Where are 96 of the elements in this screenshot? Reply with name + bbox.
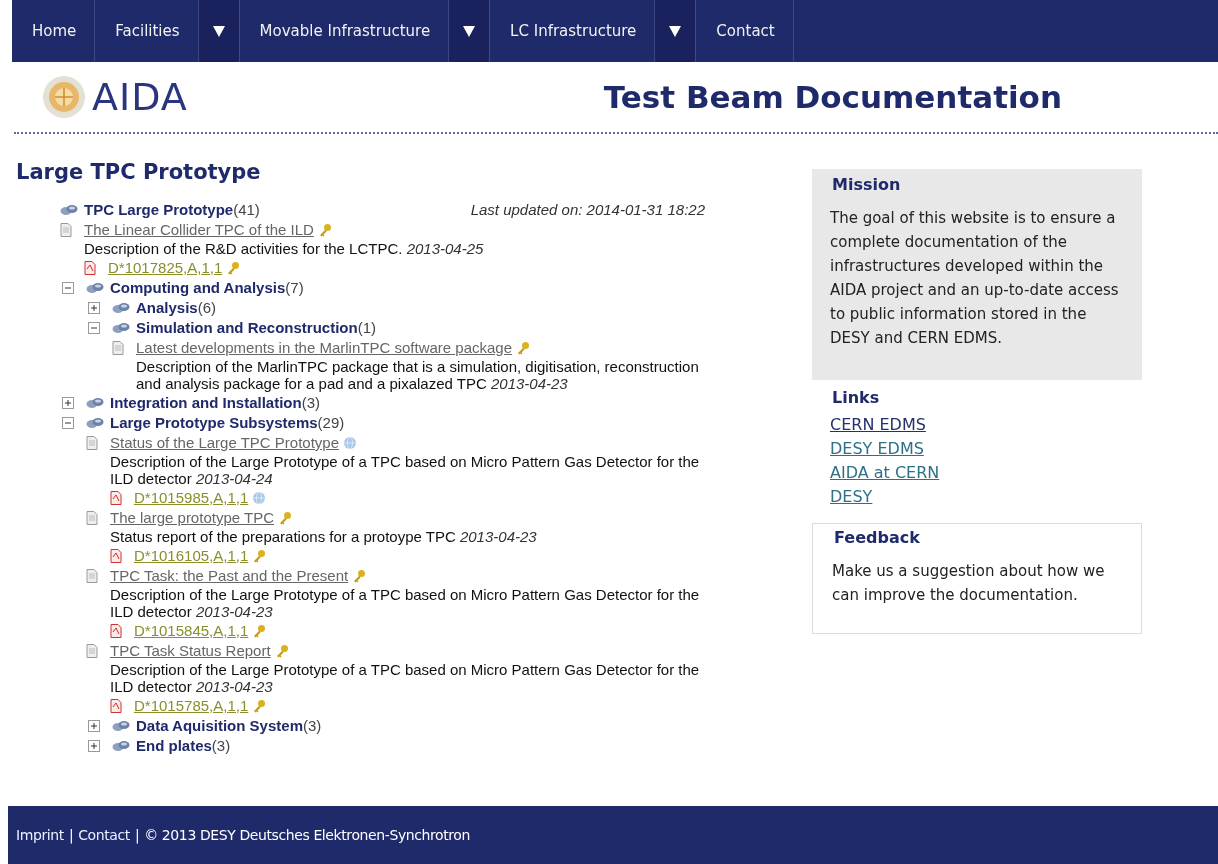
globe-icon: [252, 491, 267, 505]
globe-icon: [343, 436, 358, 450]
pdf-file-icon: [110, 491, 122, 505]
nav-link[interactable]: Facilities: [95, 0, 199, 62]
chain-link-icon: [112, 302, 130, 314]
tree-toggle[interactable]: [62, 417, 74, 429]
chain-link-icon: [112, 740, 130, 752]
last-updated: Last updated on: 2014-01-31 18:22: [470, 200, 705, 220]
item-count: (1): [357, 318, 377, 338]
pdf-file-icon: [110, 624, 122, 638]
key-icon: [226, 261, 241, 275]
item-count: (3): [303, 716, 322, 736]
folder-label[interactable]: TPC Large Prototype: [84, 200, 234, 220]
file-link[interactable]: D*1015785,A,1,1: [134, 696, 249, 716]
folder-label[interactable]: Computing and Analysis: [110, 278, 286, 298]
tree-toggle[interactable]: [62, 397, 74, 409]
panel-heading: Mission: [832, 175, 902, 194]
document-icon: [112, 341, 124, 355]
tree-toggle[interactable]: [88, 720, 100, 732]
folder-label[interactable]: Data Aquisition System: [136, 716, 303, 736]
site-title: Test Beam Documentation: [603, 79, 1062, 115]
key-icon: [252, 699, 267, 713]
document-icon: [86, 569, 98, 583]
logo-text: AIDA: [92, 75, 188, 119]
panel-heading: Feedback: [834, 528, 921, 547]
document-link[interactable]: TPC Task Status Report: [110, 641, 271, 661]
document-description: Description of the Large Prototype of a TPC based on Micro Pattern Gas Detector for the ILD detector 2013-04-24: [110, 453, 701, 488]
chain-link-icon: [60, 204, 78, 216]
document-link[interactable]: Latest developments in the MarlinTPC software package: [136, 338, 513, 358]
pdf-file-icon: [110, 549, 122, 563]
chain-link-icon: [86, 417, 104, 429]
file-link[interactable]: D*1015985,A,1,1: [134, 488, 249, 508]
document-link[interactable]: The large prototype TPC: [110, 508, 274, 528]
footer-link[interactable]: Imprint: [16, 827, 64, 843]
key-icon: [252, 549, 267, 563]
document-icon: [60, 223, 72, 237]
mission-text: The goal of this website is to ensure a complete documentation of the infrastructures developed within the AIDA project and an up-to-date access to public information stored in the DESY and CERN EDMS.: [830, 208, 1120, 349]
document-link[interactable]: The Linear Collider TPC of the ILD: [84, 220, 314, 240]
page-heading: Large TPC Prototype: [16, 160, 262, 184]
pdf-file-icon: [110, 699, 122, 713]
folder-label[interactable]: Large Prototype Subsystems: [110, 413, 318, 433]
file-link[interactable]: D*1017825,A,1,1: [108, 258, 223, 278]
sidebar-link[interactable]: DESY EDMS: [830, 437, 924, 461]
tree-toggle[interactable]: [62, 282, 74, 294]
key-icon: [252, 624, 267, 638]
item-count: (3): [301, 393, 321, 413]
document-icon: [86, 644, 98, 658]
document-icon: [86, 436, 98, 450]
document-link[interactable]: TPC Task: the Past and the Present: [110, 566, 349, 586]
panel-heading: Links: [832, 388, 881, 407]
file-link[interactable]: D*1016105,A,1,1: [134, 546, 249, 566]
caret-icon: [668, 24, 683, 38]
dropdown-toggle[interactable]: [655, 0, 697, 62]
document-link[interactable]: Status of the Large TPC Prototype: [110, 433, 340, 453]
footer-link[interactable]: Contact: [78, 827, 130, 843]
folder-label[interactable]: End plates: [136, 736, 212, 756]
document-description: Description of the Large Prototype of a TPC based on Micro Pattern Gas Detector for the ILD detector 2013-04-23: [110, 661, 701, 696]
key-icon: [278, 511, 292, 525]
document-description: Description of the Large Prototype of a TPC based on Micro Pattern Gas Detector for the ILD detector 2013-04-23: [110, 586, 701, 621]
separator: |: [134, 827, 140, 843]
item-count: (3): [211, 736, 231, 756]
dropdown-toggle[interactable]: [198, 0, 240, 62]
document-description: Description of the R&D activities for the LCTPC. 2013-04-25: [84, 240, 485, 258]
item-count: (29): [317, 413, 345, 433]
tree-toggle[interactable]: [88, 302, 100, 314]
copyright-text: © 2013 DESY Deutsches Elektronen-Synchrotron: [144, 827, 470, 843]
caret-icon: [211, 24, 226, 38]
sidebar-link[interactable]: AIDA at CERN: [830, 461, 940, 485]
sidebar-link[interactable]: CERN EDMS: [830, 413, 926, 437]
key-icon: [516, 341, 531, 355]
document-description: Status report of the preparations for a protoype TPC 2013-04-23: [110, 528, 538, 546]
tree-toggle[interactable]: [88, 740, 100, 752]
caret-icon: [462, 24, 477, 38]
folder-label[interactable]: Simulation and Reconstruction: [136, 318, 358, 338]
chain-link-icon: [112, 322, 130, 334]
chain-link-icon: [112, 720, 130, 732]
nav-link[interactable]: Contact: [696, 0, 794, 62]
item-count: (6): [197, 298, 217, 318]
separator: |: [68, 827, 74, 843]
folder-label[interactable]: Analysis: [136, 298, 198, 318]
document-icon: [86, 511, 98, 525]
chain-link-icon: [86, 397, 104, 409]
document-description: Description of the MarlinTPC package that is a simulation, digitisation, reconstruction and analysis package for a pad and a pixalazed TPC 2013-04-23: [136, 358, 700, 393]
folder-label[interactable]: Integration and Installation: [110, 393, 302, 413]
nav-link[interactable]: Home: [12, 0, 96, 62]
chain-link-icon: [86, 282, 104, 294]
item-count: (7): [285, 278, 304, 298]
feedback-text: Make us a suggestion about how we can improve the documentation.: [832, 561, 1106, 606]
dropdown-toggle[interactable]: [449, 0, 491, 62]
tree-toggle[interactable]: [88, 322, 100, 334]
pdf-file-icon: [84, 261, 96, 275]
emblem-icon: [42, 75, 86, 119]
key-icon: [352, 569, 367, 583]
item-count: (41): [233, 200, 260, 220]
sidebar-link[interactable]: DESY: [830, 485, 873, 509]
file-link[interactable]: D*1015845,A,1,1: [134, 621, 249, 641]
